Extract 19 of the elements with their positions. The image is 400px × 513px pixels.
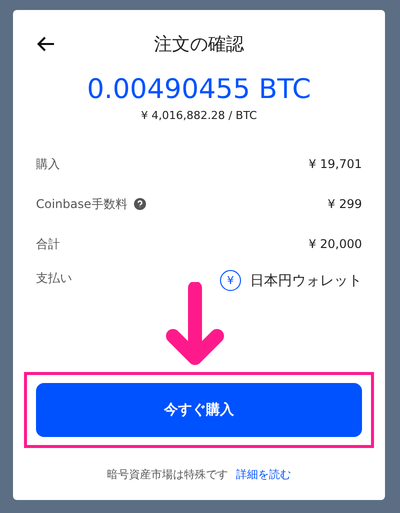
yen-icon: ¥: [220, 270, 241, 291]
btc-amount: 0.00490455 BTC: [86, 74, 312, 105]
row-label: 合計: [36, 236, 60, 252]
page-title: 注文の確認: [154, 33, 244, 56]
help-icon[interactable]: [134, 198, 146, 210]
row-value: ¥ 299: [328, 197, 362, 211]
row-label: Coinbase手数料: [36, 196, 128, 212]
back-button[interactable]: [36, 34, 56, 54]
row-value: ¥ 20,000: [308, 237, 362, 251]
back-arrow-icon: [37, 36, 55, 52]
exchange-rate: ¥ 4,016,882.28 / BTC: [140, 109, 258, 122]
row-value: ¥ 19,701: [308, 157, 362, 171]
down-arrow-icon: [163, 282, 227, 368]
payment-method: 日本円ウォレット: [250, 272, 362, 290]
buy-now-button[interactable]: 今すぐ購入: [36, 383, 362, 437]
disclaimer-text: 暗号資産市場は特殊です: [107, 466, 228, 482]
row-label: 支払い: [36, 270, 72, 287]
row-label: 購入: [36, 156, 60, 172]
read-more-link[interactable]: 詳細を読む: [236, 466, 291, 482]
